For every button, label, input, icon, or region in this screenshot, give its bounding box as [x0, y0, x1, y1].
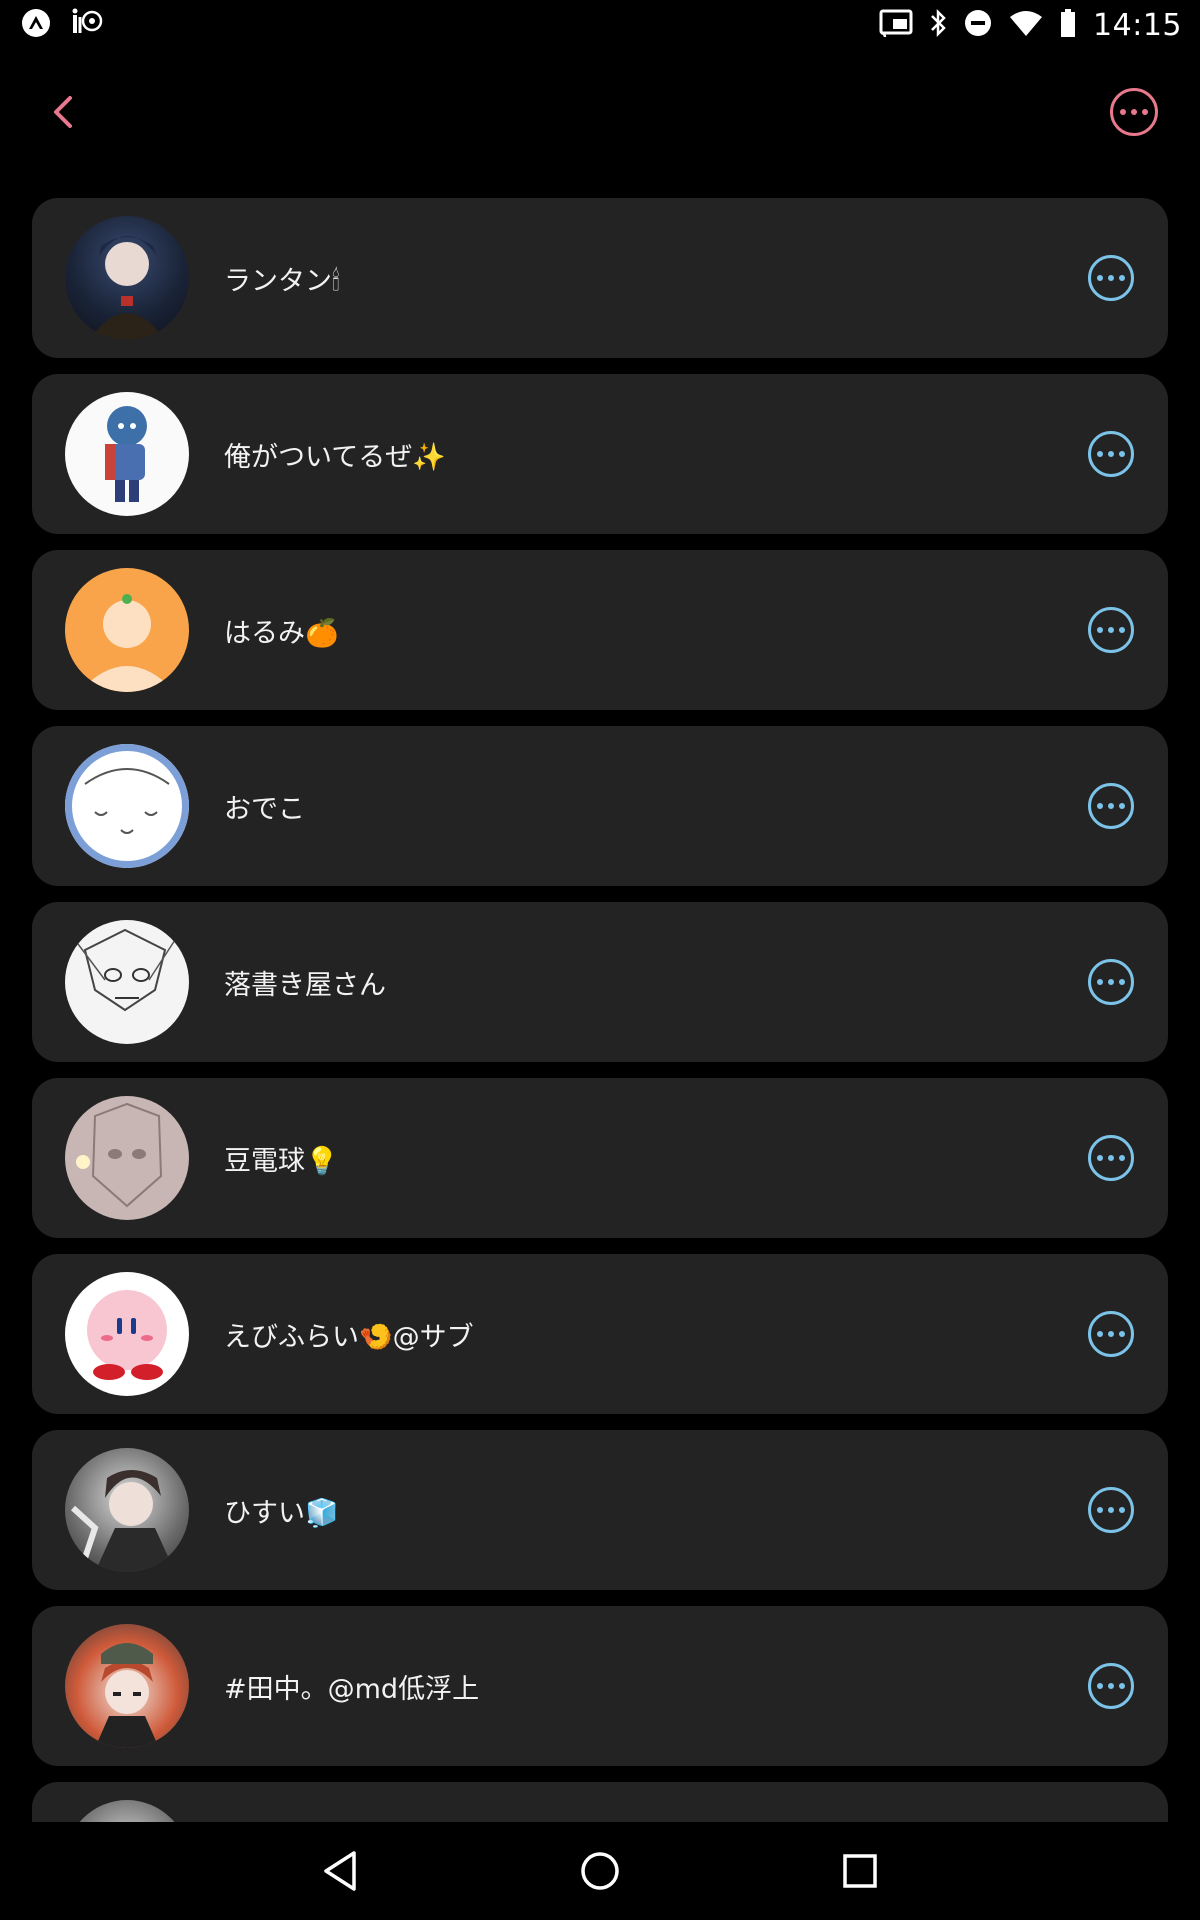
status-bar: 14:15 — [0, 0, 1200, 50]
header-more-button[interactable] — [1110, 88, 1158, 136]
header — [0, 60, 1200, 164]
more-horizontal-icon — [1097, 1683, 1103, 1689]
user-name: 俺がついてるぜ✨ — [224, 441, 446, 473]
triangle-back-icon — [324, 1851, 356, 1891]
avatar — [65, 216, 189, 340]
avatar — [65, 1624, 189, 1748]
user-name: ひすい🧊 — [224, 1497, 339, 1529]
list-item[interactable]: えびふらい🍤@サブ — [32, 1254, 1168, 1414]
list-item[interactable]: はるみ🍊 — [32, 550, 1168, 710]
list-item[interactable]: 豆電球💡 — [32, 1078, 1168, 1238]
more-horizontal-icon — [1097, 979, 1103, 985]
more-horizontal-icon — [1097, 275, 1103, 281]
chevron-left-icon — [54, 96, 72, 128]
wifi-icon — [1009, 9, 1043, 41]
user-name: ランタン🕯 — [224, 265, 340, 297]
avatar — [65, 744, 189, 868]
status-left — [0, 7, 106, 43]
circle-home-icon — [581, 1852, 619, 1890]
user-list: ランタン🕯 俺がついてるぜ✨ はるみ🍊 おでこ 落書き屋さん 豆電球💡 えびふら… — [32, 198, 1168, 1822]
cast-icon — [879, 9, 913, 41]
nav-recents-button[interactable] — [830, 1841, 890, 1901]
avatar — [65, 920, 189, 1044]
avatar — [65, 392, 189, 516]
nav-back-button[interactable] — [310, 1841, 370, 1901]
battery-icon — [1059, 8, 1077, 42]
more-horizontal-icon — [1097, 627, 1103, 633]
status-right: 14:15 — [879, 8, 1200, 43]
user-name: #田中。@md低浮上 — [224, 1673, 480, 1705]
user-name: 落書き屋さん — [224, 969, 386, 1001]
more-horizontal-icon — [1097, 1155, 1103, 1161]
notification-secondary-icon — [70, 7, 106, 43]
list-item[interactable] — [32, 1782, 1168, 1822]
avatar — [65, 1272, 189, 1396]
more-horizontal-icon — [1097, 803, 1103, 809]
more-horizontal-icon — [1097, 451, 1103, 457]
row-more-button[interactable] — [1088, 1311, 1134, 1357]
row-more-button[interactable] — [1088, 1663, 1134, 1709]
user-name: おでこ — [224, 793, 305, 825]
nav-home-button[interactable] — [570, 1841, 630, 1901]
row-more-button[interactable] — [1088, 783, 1134, 829]
more-horizontal-icon — [1097, 1507, 1103, 1513]
more-horizontal-icon — [1120, 109, 1126, 115]
notification-app-icon — [20, 7, 52, 43]
row-more-button[interactable] — [1088, 607, 1134, 653]
list-item[interactable]: ランタン🕯 — [32, 198, 1168, 358]
list-item[interactable]: 俺がついてるぜ✨ — [32, 374, 1168, 534]
avatar — [65, 1800, 189, 1822]
status-time: 14:15 — [1093, 7, 1182, 43]
avatar — [65, 1096, 189, 1220]
row-more-button[interactable] — [1088, 431, 1134, 477]
bluetooth-icon — [929, 8, 947, 42]
back-button[interactable] — [42, 90, 86, 134]
row-more-button[interactable] — [1088, 1135, 1134, 1181]
row-more-button[interactable] — [1088, 1487, 1134, 1533]
do-not-disturb-icon — [963, 8, 993, 42]
square-recents-icon — [843, 1854, 877, 1888]
avatar — [65, 1448, 189, 1572]
list-item[interactable]: #田中。@md低浮上 — [32, 1606, 1168, 1766]
list-item[interactable]: ひすい🧊 — [32, 1430, 1168, 1590]
row-more-button[interactable] — [1088, 255, 1134, 301]
avatar — [65, 568, 189, 692]
more-horizontal-icon — [1097, 1331, 1103, 1337]
user-name: はるみ🍊 — [224, 617, 339, 649]
list-item[interactable]: おでこ — [32, 726, 1168, 886]
user-name: 豆電球💡 — [224, 1145, 339, 1177]
user-name: えびふらい🍤@サブ — [224, 1321, 474, 1353]
list-item[interactable]: 落書き屋さん — [32, 902, 1168, 1062]
navigation-bar — [0, 1822, 1200, 1920]
row-more-button[interactable] — [1088, 959, 1134, 1005]
